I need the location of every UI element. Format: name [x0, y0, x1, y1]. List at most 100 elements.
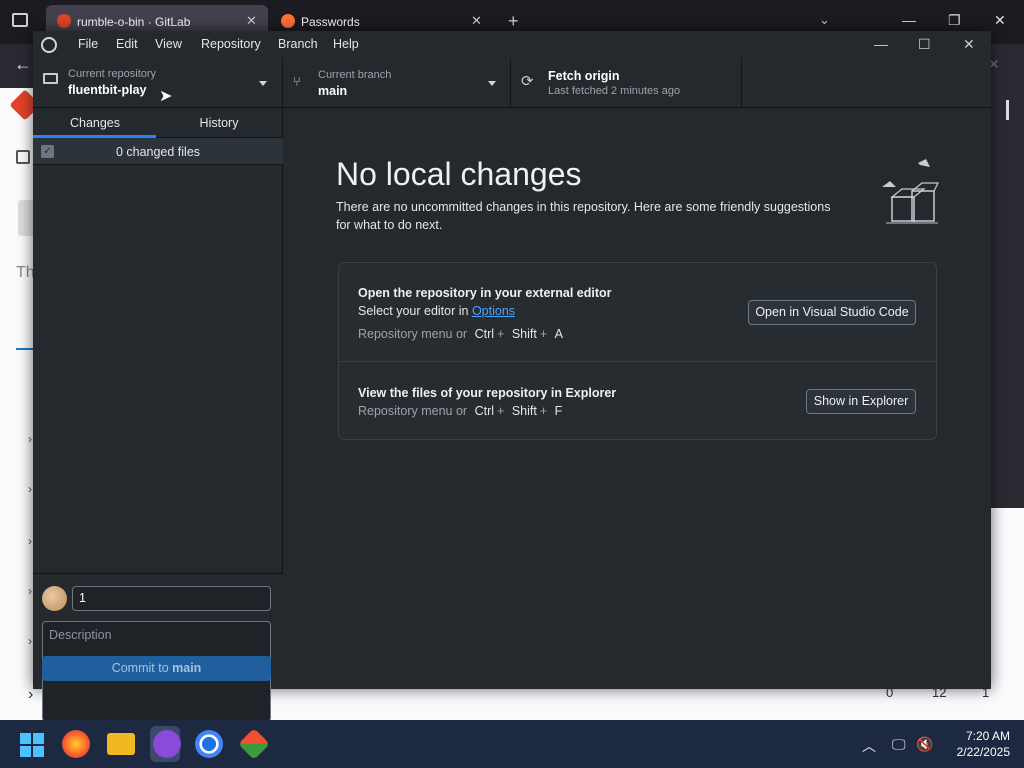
branch-icon: ⑂ — [293, 74, 301, 89]
chevron-right-icon[interactable]: › — [28, 432, 32, 446]
mouse-cursor-icon: ➤ — [159, 88, 173, 105]
avatar — [42, 586, 67, 611]
maximize-icon[interactable]: ☐ — [918, 36, 931, 53]
changed-files-header: ✓ 0 changed files — [33, 138, 283, 165]
editor-card-shortcut: Repository menu or Ctrl + Shift + A — [358, 327, 563, 341]
current-branch-dropdown[interactable]: ⑂ Current branch main — [283, 58, 511, 108]
github-desktop-window: File Edit View Repository Branch Help — … — [33, 31, 991, 722]
shortcut-key: Ctrl — [474, 404, 495, 418]
editor-card-text-prefix: Select your editor in — [358, 304, 472, 318]
summary-input[interactable]: 1 — [72, 586, 271, 611]
windows-start-icon[interactable] — [20, 733, 44, 757]
chevron-right-icon[interactable]: › — [28, 482, 32, 496]
repo-label: Current repository — [68, 68, 157, 80]
menu-file[interactable]: File — [78, 37, 98, 51]
fetch-sub: Last fetched 2 minutes ago — [548, 85, 681, 97]
network-icon[interactable]: 🖵 — [892, 736, 906, 753]
clock[interactable]: 7:20 AM 2/22/2025 — [957, 728, 1010, 760]
main-pane: No local changes There are no uncommitte… — [284, 108, 991, 689]
chrome-icon[interactable] — [195, 730, 223, 758]
shortcut-plus: + — [497, 327, 505, 341]
sidebar: Changes History ✓ 0 changed files 1 Desc… — [33, 108, 283, 722]
menu-repository[interactable]: Repository — [201, 37, 261, 51]
tab-changes[interactable]: Changes — [33, 108, 157, 138]
sync-icon: ⟳ — [521, 73, 534, 90]
chevron-up-icon[interactable]: ︿ — [862, 736, 876, 756]
menu-branch[interactable]: Branch — [278, 37, 318, 51]
branch-label: Current branch — [318, 69, 392, 81]
back-arrow-icon[interactable]: ← — [14, 54, 32, 75]
restore-icon[interactable]: ❐ — [948, 12, 961, 29]
suggestions-panel: Open the repository in your external edi… — [338, 262, 937, 440]
shortcut-key: F — [554, 404, 563, 418]
branch-value: main — [318, 84, 348, 98]
chevron-right-icon[interactable]: › — [28, 534, 32, 548]
scrollbar[interactable] — [1006, 100, 1009, 120]
sidebar-toggle-icon[interactable] — [16, 150, 30, 164]
fetch-origin-button[interactable]: ⟳ Fetch origin Last fetched 2 minutes ag… — [511, 58, 742, 108]
shortcut-plus: + — [539, 327, 548, 341]
shortcut-plus: + — [539, 404, 548, 418]
new-tab-icon[interactable]: + — [508, 11, 519, 32]
shortcut-key: Ctrl — [474, 327, 495, 341]
shortcut-hint: Repository menu or — [358, 404, 468, 418]
fetch-label: Fetch origin — [548, 69, 620, 83]
close-icon[interactable]: ✕ — [963, 36, 975, 53]
taskbar: ︿ 🖵 🔇 7:20 AM 2/22/2025 — [0, 720, 1024, 768]
page-subtitle: There are no uncommitted changes in this… — [336, 200, 831, 232]
chevron-right-icon[interactable]: › — [28, 634, 32, 648]
editor-card-title: Open the repository in your external edi… — [358, 286, 612, 300]
shortcut-plus: + — [497, 404, 505, 418]
open-in-vscode-button[interactable]: Open in Visual Studio Code — [748, 300, 916, 325]
explorer-card-shortcut: Repository menu or Ctrl + Shift + F — [358, 404, 562, 418]
git-gui-icon[interactable] — [238, 728, 270, 760]
github-logo-icon — [41, 37, 57, 53]
chevron-down-icon[interactable]: ⌄ — [819, 12, 830, 28]
menu-view[interactable]: View — [155, 37, 182, 51]
browser-tab-label[interactable]: Passwords — [301, 15, 360, 29]
shortcut-key: A — [554, 327, 563, 341]
current-repository-dropdown[interactable]: Current repository fluentbit-play ➤ — [33, 58, 283, 108]
explorer-card-title: View the files of your repository in Exp… — [358, 386, 617, 400]
tab-underline — [16, 348, 34, 350]
toolbar: Current repository fluentbit-play ➤ ⑂ Cu… — [33, 58, 991, 108]
menu-help[interactable]: Help — [333, 37, 359, 51]
repo-value: fluentbit-play — [68, 83, 147, 97]
changed-files-count: 0 changed files — [115, 145, 201, 159]
chevron-down-icon — [259, 81, 267, 86]
tab-list-icon[interactable] — [12, 13, 28, 27]
minimize-icon[interactable]: — — [902, 12, 916, 28]
shortcut-key: Shift — [511, 404, 537, 418]
menu-edit[interactable]: Edit — [116, 37, 138, 51]
trash-icon — [18, 200, 34, 236]
gitlab-favicon-icon — [57, 14, 71, 28]
page-title: No local changes — [336, 156, 582, 192]
commit-button-branch: main — [172, 661, 202, 675]
clock-date: 2/22/2025 — [956, 745, 1010, 759]
gitlab-dark-panel — [990, 88, 1024, 508]
speaker-muted-icon[interactable]: 🔇 — [916, 736, 933, 753]
close-icon[interactable]: ✕ — [994, 12, 1006, 29]
show-in-explorer-button[interactable]: Show in Explorer — [806, 389, 916, 414]
browser-tab-label: rumble-o-bin · GitLab — [77, 15, 191, 29]
panel-divider — [339, 361, 936, 362]
chevron-down-icon — [488, 81, 496, 86]
close-icon[interactable]: ✕ — [246, 13, 257, 29]
sidebar-tabs: Changes History — [33, 108, 283, 138]
options-link[interactable]: Options — [472, 304, 515, 318]
commit-button[interactable]: Commit to main — [42, 656, 271, 681]
firefox-icon[interactable] — [62, 730, 90, 758]
commit-button-prefix: Commit to — [111, 661, 173, 675]
editor-card-text: Select your editor in Options — [358, 304, 515, 318]
firefox-favicon-icon — [281, 14, 295, 28]
close-icon[interactable]: ✕ — [471, 13, 482, 29]
desktop-icon — [43, 73, 58, 84]
tab-history[interactable]: History — [157, 108, 281, 138]
minimize-icon[interactable]: — — [874, 36, 888, 52]
chevron-right-icon[interactable]: › — [28, 584, 32, 598]
github-desktop-icon[interactable] — [153, 730, 181, 758]
file-explorer-icon[interactable] — [107, 733, 135, 755]
shortcut-key: Shift — [511, 327, 537, 341]
title-bar: File Edit View Repository Branch Help — … — [33, 31, 991, 58]
shortcut-hint: Repository menu or — [358, 327, 468, 341]
